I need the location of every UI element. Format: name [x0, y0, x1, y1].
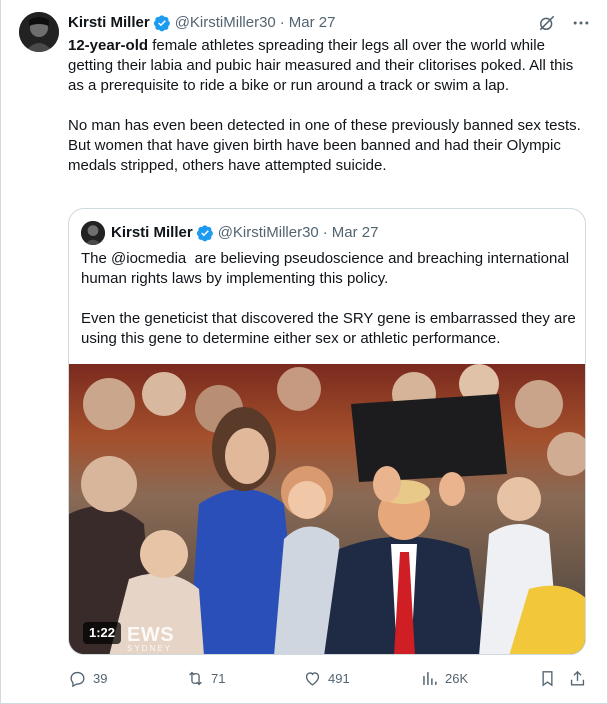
author-avatar[interactable] — [19, 12, 59, 52]
like-button[interactable]: 491 — [303, 669, 350, 688]
reply-button[interactable]: 39 — [68, 669, 107, 688]
views-icon — [423, 671, 437, 685]
retweet-count: 71 — [211, 670, 226, 686]
more-icon[interactable] — [571, 13, 591, 33]
like-count: 491 — [328, 670, 350, 686]
quoted-date: Mar 27 — [331, 224, 379, 241]
reply-icon — [70, 671, 85, 687]
verified-badge-icon — [196, 224, 214, 242]
quoted-text: The @iocmedia are believing pseudoscienc… — [81, 250, 576, 347]
retweet-button[interactable]: 71 — [186, 669, 225, 688]
reply-count: 39 — [93, 670, 108, 686]
author-handle[interactable]: @KirstiMiller30 — [175, 13, 276, 33]
channel-watermark: EWS SYDNEY — [127, 624, 174, 653]
separator-dot: · — [279, 14, 285, 31]
tweet-header: Kirsti Miller @KirstiMiller30 · Mar 27 — [68, 13, 591, 33]
views-count: 26K — [445, 670, 469, 686]
share-button[interactable] — [568, 669, 587, 688]
video-duration: 1:22 — [83, 622, 122, 644]
author-name[interactable]: Kirsti Miller — [68, 13, 150, 33]
retweet-icon — [189, 671, 202, 685]
video-thumbnail — [69, 364, 585, 654]
watermark-text: EWS — [127, 624, 175, 646]
quoted-tweet[interactable]: Kirsti Miller @KirstiMiller30 · Mar 27 T… — [68, 208, 586, 655]
quoted-header: Kirsti Miller @KirstiMiller30 · Mar 27 — [111, 223, 378, 243]
tweet-date[interactable]: Mar 27 — [289, 13, 336, 33]
tweet-text: 12-year-old female athletes spreading th… — [68, 36, 588, 176]
heart-icon — [305, 671, 320, 686]
views-button[interactable]: 26K — [420, 669, 468, 688]
watermark-subtext: SYDNEY — [127, 644, 172, 653]
share-icon — [570, 670, 585, 686]
bookmark-button[interactable] — [538, 669, 557, 688]
bookmark-icon — [542, 670, 553, 687]
tweet-actions: 39 71 491 26K — [68, 664, 592, 692]
separator-dot: · — [322, 224, 328, 241]
tweet[interactable]: Kirsti Miller @KirstiMiller30 · Mar 27 1… — [0, 0, 608, 704]
grok-icon[interactable] — [537, 13, 557, 33]
quoted-author-handle: @KirstiMiller30 — [217, 224, 319, 241]
video-player[interactable]: 1:22 EWS SYDNEY — [69, 364, 585, 654]
quoted-author-name: Kirsti Miller — [111, 224, 193, 241]
tweet-text-lead: 12-year-old — [68, 37, 149, 54]
verified-badge-icon — [153, 14, 171, 32]
quoted-author-avatar — [81, 221, 105, 245]
header-actions — [537, 13, 591, 33]
tweet-text-body: female athletes spreading their legs all… — [68, 37, 581, 174]
